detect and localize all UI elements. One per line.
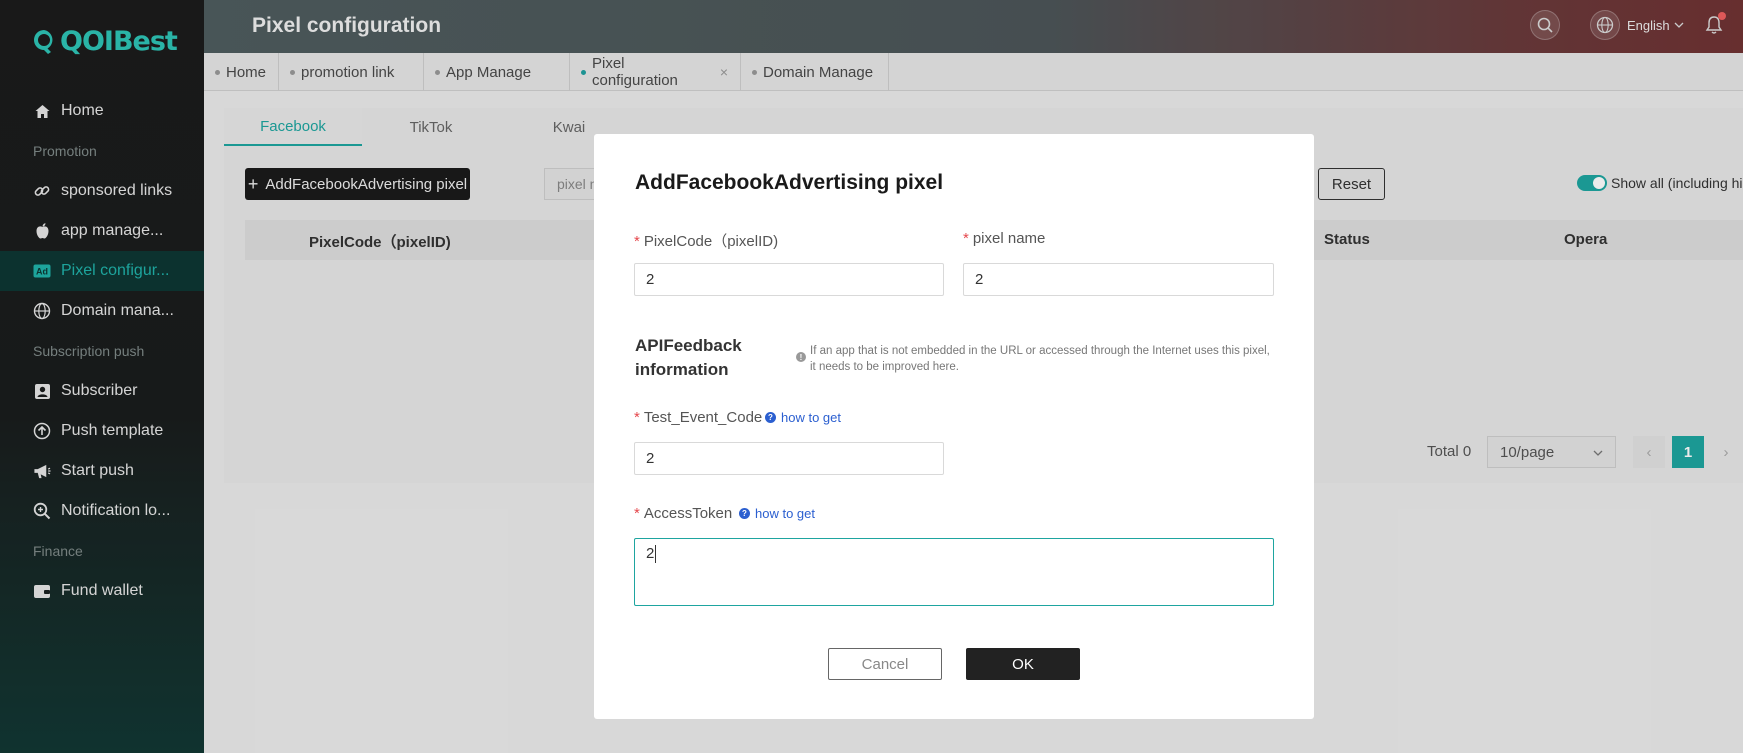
text-caret (655, 545, 657, 563)
cancel-button[interactable]: Cancel (828, 648, 942, 680)
pixel-name-input[interactable]: 2 (963, 263, 1274, 296)
api-feedback-heading: APIFeedback information (635, 336, 742, 379)
dialog-title: AddFacebookAdvertising pixel (635, 171, 944, 194)
pixel-name-label: * pixel name (963, 230, 1046, 247)
access-token-label: * AccessToken (634, 505, 733, 522)
pixel-code-input[interactable]: 2 (634, 263, 944, 296)
pixel-code-label: * PixelCode（pixelID) (634, 233, 779, 250)
access-token-textarea[interactable]: 2 (634, 538, 1274, 606)
api-feedback-info: If an app that is not embedded in the UR… (810, 345, 1270, 373)
question-icon: ? (765, 412, 776, 423)
test-event-code-input[interactable]: 2 (634, 442, 944, 475)
question-icon: ? (739, 508, 750, 519)
test-event-code-label: * Test_Event_Code (634, 409, 763, 426)
ok-button[interactable]: OK (966, 648, 1080, 680)
access-token-value: 2 (646, 545, 655, 562)
info-icon: ! (796, 352, 806, 362)
access-token-help-link[interactable]: ? how to get (739, 506, 815, 521)
test-event-help-link[interactable]: ? how to get (765, 410, 841, 425)
add-pixel-dialog: AddFacebookAdvertising pixel * PixelCode（… (594, 134, 1314, 719)
